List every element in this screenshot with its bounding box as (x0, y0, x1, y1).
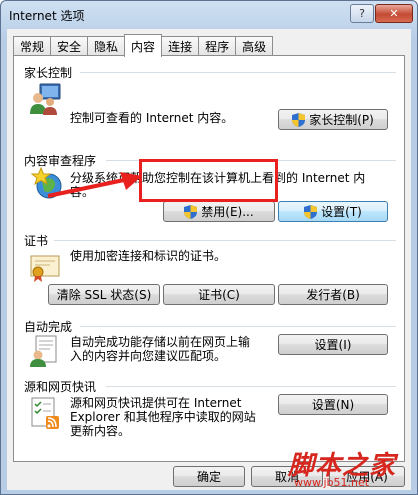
window-title: Internet 选项 (9, 9, 85, 23)
content-tab-panel: 家长控制 控制可查看的 Internet 内容。 家长控制(P) 内容审查程序 (13, 55, 405, 462)
parental-users-icon (30, 83, 61, 115)
ok-button[interactable]: 确定 (173, 466, 245, 487)
feeds-description-line1: 源和网页快讯提供可在 Internet (70, 396, 242, 410)
section-divider (80, 326, 396, 327)
help-icon: ? (359, 7, 365, 20)
tab-content[interactable]: 内容 (124, 34, 163, 57)
feeds-description-line3: 更新内容。 (70, 424, 131, 438)
autocomplete-settings-label: 设置(I) (314, 338, 352, 352)
certificates-section-title: 证书 (24, 234, 49, 248)
help-button[interactable]: ? (350, 4, 374, 23)
uac-shield-icon (304, 204, 318, 219)
parental-controls-button[interactable]: 家长控制(P) (278, 109, 388, 130)
tab-security[interactable]: 安全 (50, 36, 89, 56)
tab-general[interactable]: 常规 (13, 36, 52, 56)
parental-controls-label: 家长控制(P) (309, 113, 374, 127)
parental-section-title: 家长控制 (24, 66, 73, 80)
dialog-window: Internet 选项 ? ✕ 常规 安全 隐私 内容 连接 程序 高级 家长控… (0, 0, 418, 495)
tab-advanced[interactable]: 高级 (235, 36, 274, 56)
clear-ssl-state-label: 清除 SSL 状态(S) (56, 288, 152, 302)
disable-advisor-button[interactable]: 禁用(E)... (163, 201, 275, 222)
tab-strip: 常规 安全 隐私 内容 连接 程序 高级 (13, 34, 274, 57)
tab-programs[interactable]: 程序 (198, 36, 237, 56)
close-icon: ✕ (389, 7, 399, 20)
autocomplete-description-line2: 入的内容并向您建议匹配项。 (70, 349, 227, 363)
feeds-icon (31, 397, 59, 429)
section-divider (106, 386, 396, 387)
close-button[interactable]: ✕ (375, 4, 413, 23)
annotation-arrow-icon (47, 172, 142, 198)
feeds-section-title: 源和网页快讯 (24, 380, 97, 394)
parental-description: 控制可查看的 Internet 内容。 (70, 111, 234, 125)
publishers-button[interactable]: 发行者(B) (278, 284, 388, 305)
ok-label: 确定 (196, 470, 221, 484)
highlight-box (139, 159, 278, 202)
advisor-settings-label: 设置(T) (321, 205, 362, 219)
uac-shield-icon (184, 204, 198, 219)
uac-shield-icon (292, 112, 306, 127)
advisor-settings-button[interactable]: 设置(T) (278, 201, 388, 222)
section-divider (54, 240, 396, 241)
clear-ssl-state-button[interactable]: 清除 SSL 状态(S) (48, 284, 160, 305)
autocomplete-icon (30, 335, 57, 367)
feeds-description-line2: Explorer 和其他程序中读取的网站 (70, 410, 256, 424)
certificate-icon (30, 255, 60, 282)
publishers-label: 发行者(B) (306, 288, 360, 302)
section-divider (80, 72, 396, 73)
autocomplete-section-title: 自动完成 (24, 320, 73, 334)
certificates-button[interactable]: 证书(C) (163, 284, 275, 305)
tab-privacy[interactable]: 隐私 (87, 36, 126, 56)
certificates-description: 使用加密连接和标识的证书。 (70, 249, 227, 263)
feeds-settings-label: 设置(N) (311, 398, 355, 412)
feeds-settings-button[interactable]: 设置(N) (278, 394, 388, 415)
disable-advisor-label: 禁用(E)... (201, 205, 254, 219)
autocomplete-settings-button[interactable]: 设置(I) (278, 334, 388, 355)
autocomplete-description-line1: 自动完成功能存储以前在网页上输 (70, 335, 251, 349)
tab-connections[interactable]: 连接 (161, 36, 200, 56)
dialog-client: 常规 安全 隐私 内容 连接 程序 高级 家长控制 控制可查看的 Interne… (7, 29, 411, 490)
certificates-label: 证书(C) (198, 288, 240, 302)
watermark-url: www.jb51.net (294, 476, 370, 489)
title-bar[interactable]: Internet 选项 ? ✕ (1, 1, 417, 29)
